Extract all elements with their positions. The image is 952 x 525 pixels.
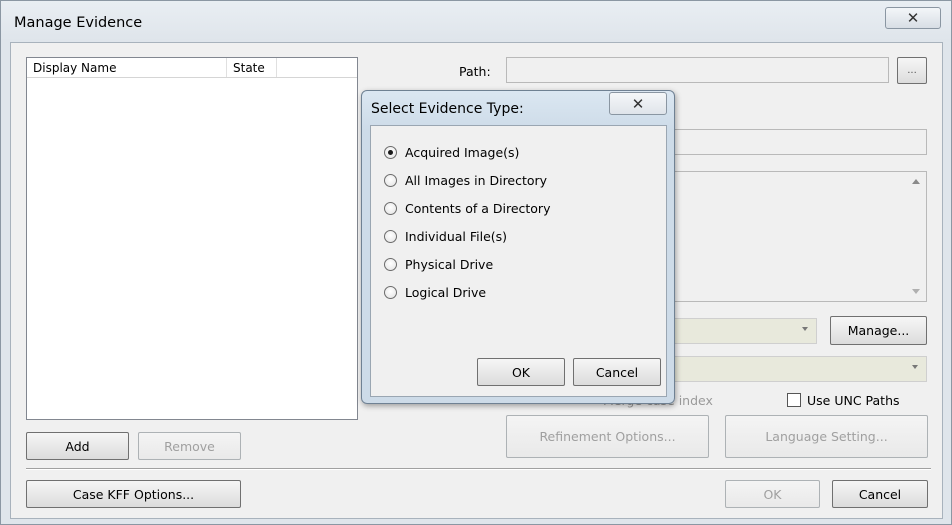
window-title: Manage Evidence [14,15,143,31]
manage-button[interactable]: Manage... [830,316,927,345]
chevron-down-icon [802,327,808,331]
radio-label: Physical Drive [405,257,494,272]
remove-button[interactable]: Remove [138,432,241,460]
scroll-down-icon[interactable] [912,289,920,294]
path-field[interactable] [506,57,889,83]
radio-button-icon[interactable] [384,202,397,215]
dialog-ok-button[interactable]: OK [477,358,565,386]
radio-label: Contents of a Directory [405,201,551,216]
ok-button[interactable]: OK [725,480,820,508]
list-header: Display Name State [27,58,357,78]
column-header-state[interactable]: State [227,58,277,77]
dialog-close-button[interactable]: ✕ [609,92,667,115]
refinement-options-button[interactable]: Refinement Options... [506,415,709,458]
radio-label: All Images in Directory [405,173,548,188]
radio-physical-drive[interactable]: Physical Drive [384,257,493,272]
browse-button[interactable]: ... [897,57,927,84]
time-zone-combo[interactable] [674,318,817,344]
separator [26,468,931,470]
radio-label: Individual File(s) [405,229,508,244]
dialog-client-area: Acquired Image(s) All Images in Director… [370,125,667,397]
radio-button-icon[interactable] [384,258,397,271]
close-icon: ✕ [631,94,645,113]
evidence-list[interactable]: Display Name State [26,57,358,420]
radio-button-icon[interactable] [384,286,397,299]
select-evidence-type-dialog: Select Evidence Type: ✕ Acquired Image(s… [361,90,675,404]
radio-acquired-images[interactable]: Acquired Image(s) [384,145,519,160]
use-unc-paths-checkbox[interactable] [787,393,801,407]
radio-individual-files[interactable]: Individual File(s) [384,229,507,244]
scroll-up-icon[interactable] [912,179,920,184]
processing-profile-combo[interactable] [674,356,927,382]
dialog-title: Select Evidence Type: [371,101,524,117]
radio-all-images-in-directory[interactable]: All Images in Directory [384,173,547,188]
radio-label: Acquired Image(s) [405,145,520,160]
radio-button-icon[interactable] [384,230,397,243]
display-name-field[interactable] [674,129,927,155]
radio-button-icon[interactable] [384,174,397,187]
description-field[interactable] [674,171,927,302]
cancel-button[interactable]: Cancel [832,480,928,508]
column-header-display-name[interactable]: Display Name [27,58,227,77]
radio-button-icon[interactable] [384,146,397,159]
close-icon: ✕ [906,9,920,27]
case-kff-options-button[interactable]: Case KFF Options... [26,480,241,508]
path-label: Path: [459,64,491,79]
language-setting-button[interactable]: Language Setting... [725,415,928,458]
radio-logical-drive[interactable]: Logical Drive [384,285,486,300]
radio-contents-of-directory[interactable]: Contents of a Directory [384,201,550,216]
dialog-cancel-button[interactable]: Cancel [573,358,661,386]
radio-label: Logical Drive [405,285,487,300]
chevron-down-icon [912,365,918,369]
use-unc-paths-label: Use UNC Paths [807,393,900,408]
window-close-button[interactable]: ✕ [885,7,941,29]
add-button[interactable]: Add [26,432,129,460]
